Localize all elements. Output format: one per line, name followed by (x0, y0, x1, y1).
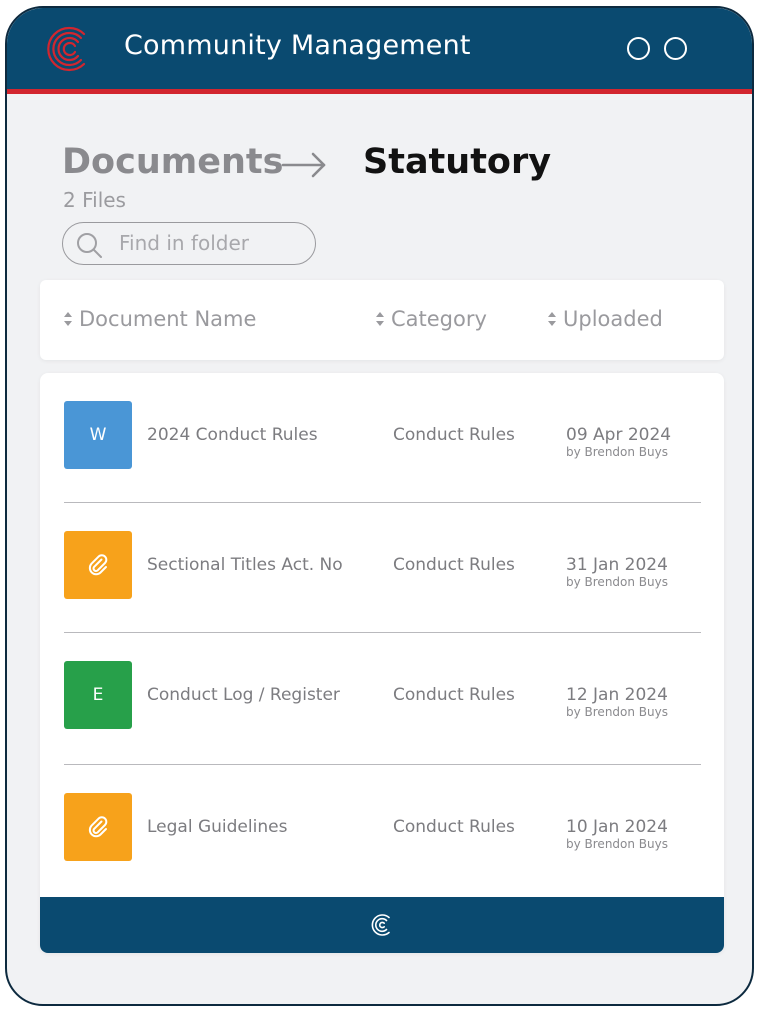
file-count: 2 Files (63, 188, 126, 212)
document-uploader: by Brendon Buys (566, 705, 668, 719)
document-uploader: by Brendon Buys (566, 575, 668, 589)
file-type-letter: E (92, 685, 104, 705)
document-date: 09 Apr 2024 (566, 425, 672, 445)
document-name[interactable]: Legal Guidelines (147, 817, 287, 837)
breadcrumb-current: Statutory (363, 142, 552, 182)
footer-bar (40, 897, 724, 953)
search-box[interactable] (62, 222, 316, 265)
column-header-category[interactable]: Category (375, 307, 487, 331)
document-category: Conduct Rules (393, 685, 515, 705)
concentric-c-logo-icon (371, 914, 390, 936)
excel-file-icon: E (64, 661, 132, 729)
table-row[interactable]: W 2024 Conduct Rules Conduct Rules 09 Ap… (40, 373, 724, 503)
arrow-right-icon (281, 152, 326, 178)
paperclip-icon (64, 531, 132, 599)
table-header: Document Name Category Uploaded (40, 280, 724, 360)
column-header-uploaded[interactable]: Uploaded (547, 307, 663, 331)
document-date: 10 Jan 2024 (566, 817, 668, 837)
breadcrumb-root-link[interactable]: Documents (62, 142, 283, 182)
paperclip-glyph-icon (88, 554, 108, 576)
document-uploader: by Brendon Buys (566, 445, 668, 459)
document-category: Conduct Rules (393, 555, 515, 575)
app-title: Community Management (124, 30, 471, 61)
table-row[interactable]: Legal Guidelines Conduct Rules 10 Jan 20… (40, 766, 724, 896)
document-name[interactable]: 2024 Conduct Rules (147, 425, 318, 445)
sort-icon (64, 311, 72, 326)
document-date: 12 Jan 2024 (566, 685, 668, 705)
document-date: 31 Jan 2024 (566, 555, 668, 575)
sort-icon (548, 311, 556, 326)
document-category: Conduct Rules (393, 425, 515, 445)
row-divider (64, 632, 701, 633)
search-icon (77, 233, 102, 258)
window-circle-button-2[interactable] (664, 37, 687, 60)
app-header: Community Management (7, 8, 752, 94)
document-category: Conduct Rules (393, 817, 515, 837)
paperclip-icon (64, 793, 132, 861)
concentric-c-logo-icon (47, 26, 86, 72)
word-file-icon: W (64, 401, 132, 469)
column-header-label: Document Name (79, 307, 257, 331)
table-row[interactable]: Sectional Titles Act. No Conduct Rules 3… (40, 503, 724, 633)
sort-icon (376, 311, 384, 326)
paperclip-glyph-icon (88, 816, 108, 838)
row-divider (64, 764, 701, 765)
table-row[interactable]: E Conduct Log / Register Conduct Rules 1… (40, 635, 724, 765)
document-name[interactable]: Sectional Titles Act. No (147, 555, 343, 575)
column-header-label: Category (391, 307, 487, 331)
column-header-document-name[interactable]: Document Name (63, 307, 256, 331)
file-type-letter: W (89, 425, 107, 445)
app-window: Community Management Documents Statutory… (5, 6, 754, 1006)
column-header-label: Uploaded (563, 307, 663, 331)
document-name[interactable]: Conduct Log / Register (147, 685, 340, 705)
search-input[interactable] (119, 229, 304, 257)
window-circle-button-1[interactable] (627, 37, 650, 60)
document-uploader: by Brendon Buys (566, 837, 668, 851)
document-list: W 2024 Conduct Rules Conduct Rules 09 Ap… (40, 373, 724, 953)
